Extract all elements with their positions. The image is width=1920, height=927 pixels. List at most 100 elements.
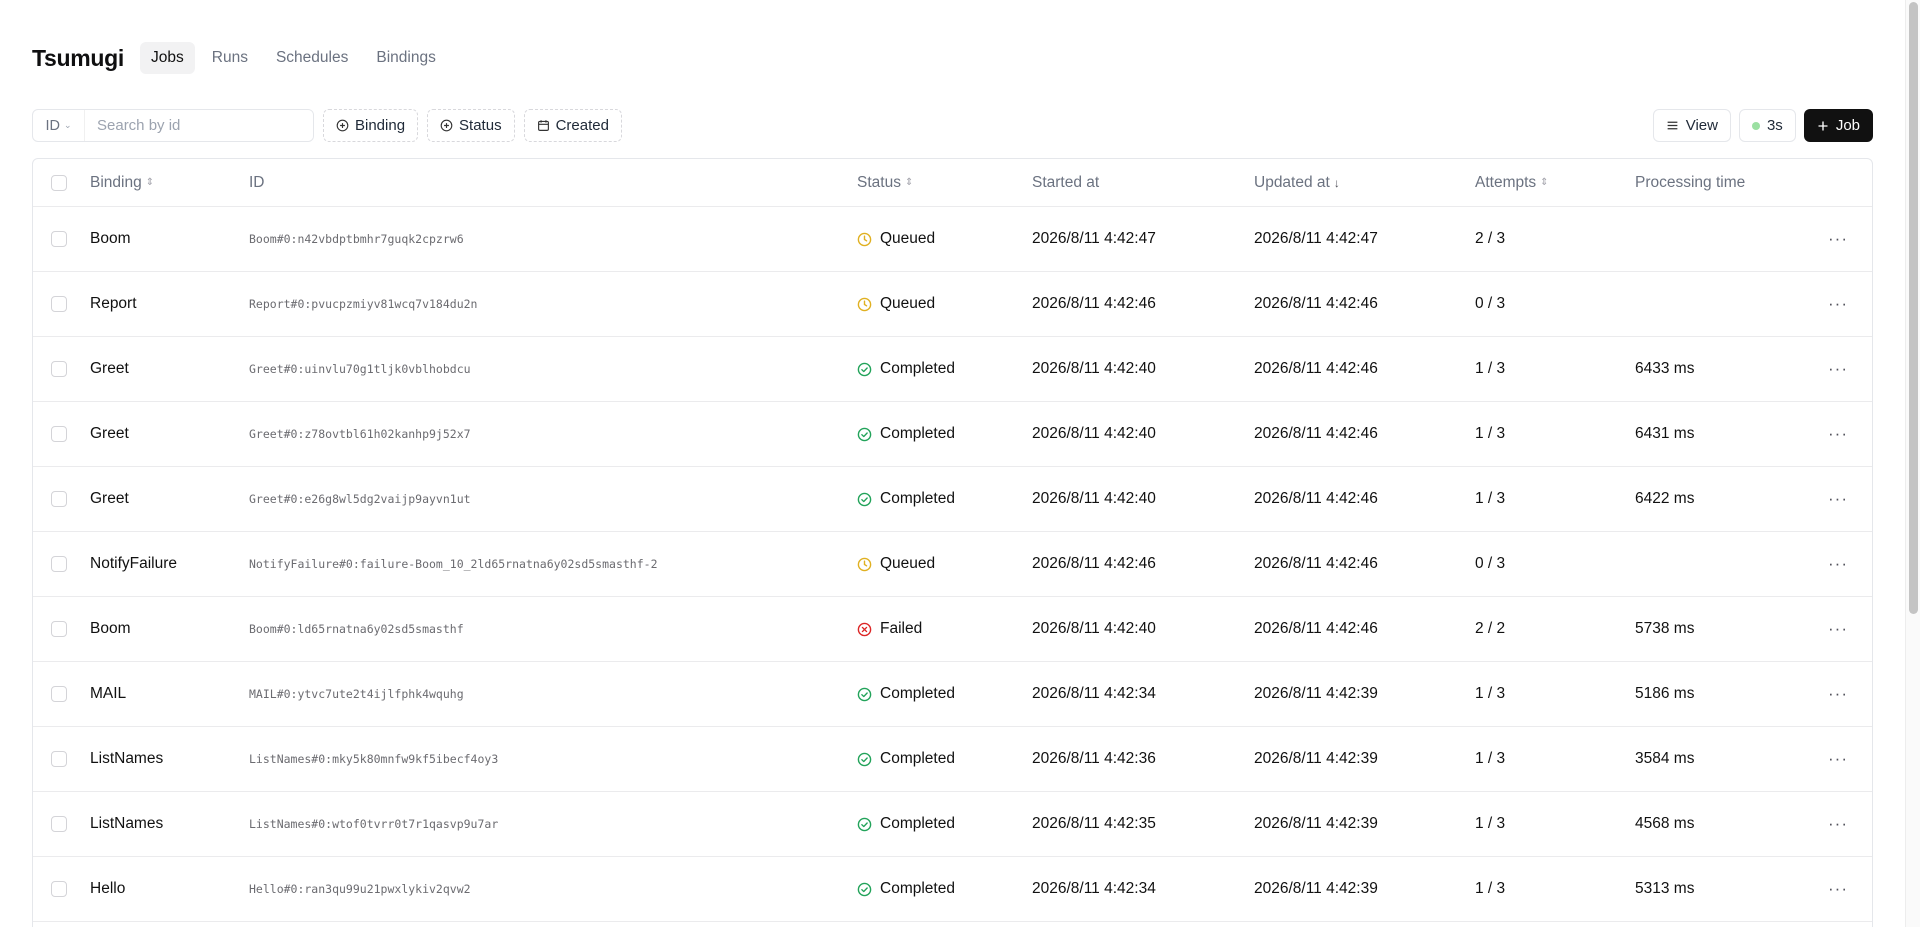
status-badge: Completed — [857, 792, 955, 856]
row-id[interactable]: Report#0:pvucpzmiyv81wcq7v184du2n — [249, 272, 477, 336]
sort-icon: ⇕ — [1540, 177, 1549, 188]
tab-schedules[interactable]: Schedules — [265, 42, 359, 74]
row-id[interactable]: ListNames#0:wtof0tvrr0t7r1qasvp9u7ar — [249, 792, 498, 856]
table-row[interactable]: Greet Greet#0:uinvlu70g1tljk0vblhobdcu Com… — [33, 337, 1872, 402]
more-actions-icon[interactable]: ··· — [1828, 359, 1848, 379]
status-badge: Queued — [857, 272, 935, 336]
row-attempts: 1 / 3 — [1475, 815, 1506, 832]
column-updated[interactable]: Updated at ↓ — [1254, 159, 1340, 206]
row-id[interactable]: Boom#0:n42vbdptbmhr7guqk2cpzrw6 — [249, 207, 464, 271]
row-binding: ListNames — [90, 750, 164, 767]
filter-created-button[interactable]: Created — [523, 109, 622, 142]
table-row[interactable]: Greet Greet#0:e26g8wl5dg2vaijp9ayvn1ut Com… — [33, 467, 1872, 532]
table-row[interactable]: Hello Hello#0:ran3qu99u21pwxlykiv2qvw2 Com… — [33, 857, 1872, 922]
table-row[interactable]: Boom Boom#0:n42vbdptbmhr7guqk2cpzrw6 Queue… — [33, 207, 1872, 272]
row-checkbox[interactable] — [51, 621, 67, 637]
table-row[interactable]: ListNames ListNames#0:mky5k80mnfw9kf5ibec… — [33, 727, 1872, 792]
column-binding[interactable]: Binding ⇕ — [90, 159, 154, 206]
clock-icon — [857, 297, 872, 311]
more-actions-icon[interactable]: ··· — [1828, 294, 1848, 314]
table-row[interactable]: Report Report#0:pvucpzmiyv81wcq7v184du2n Q… — [33, 272, 1872, 337]
row-id[interactable]: MAIL#0:ytvc7ute2t4ijlfphk4wquhg — [249, 662, 464, 726]
row-checkbox[interactable] — [51, 816, 67, 832]
top-navigation: Tsumugi Jobs Runs Schedules Bindings — [32, 41, 447, 75]
row-started: 2026/8/11 4:42:46 — [1032, 295, 1156, 312]
row-checkbox[interactable] — [51, 751, 67, 767]
row-processing-time: 6422 ms — [1635, 490, 1695, 507]
row-binding: Greet — [90, 360, 129, 377]
row-checkbox[interactable] — [51, 686, 67, 702]
refresh-interval-button[interactable]: 3s — [1738, 109, 1796, 142]
row-id[interactable]: NotifyFailure#0:failure-Boom_10_2ld65rna… — [249, 532, 658, 596]
tab-runs[interactable]: Runs — [201, 42, 259, 74]
status-badge: Queued — [857, 207, 935, 271]
table-row[interactable]: ListNames ListNames#0:wtof0tvrr0t7r1qasvp… — [33, 792, 1872, 857]
sort-icon: ⇕ — [904, 177, 914, 188]
more-actions-icon[interactable]: ··· — [1828, 749, 1848, 769]
row-processing-time: 6433 ms — [1635, 360, 1695, 377]
add-job-button[interactable]: Job — [1803, 109, 1873, 142]
more-actions-icon[interactable]: ··· — [1828, 489, 1848, 509]
search-field-select[interactable]: ID ⌄ — [33, 110, 85, 141]
status-label: Queued — [880, 295, 936, 312]
status-badge: Failed — [857, 597, 922, 661]
row-id[interactable]: Greet#0:uinvlu70g1tljk0vblhobdcu — [249, 337, 471, 401]
select-all-checkbox[interactable] — [51, 174, 67, 191]
view-button[interactable]: View — [1652, 109, 1731, 142]
more-actions-icon[interactable]: ··· — [1828, 424, 1848, 444]
row-checkbox[interactable] — [51, 426, 67, 442]
row-checkbox[interactable] — [51, 881, 67, 897]
more-actions-icon[interactable]: ··· — [1828, 619, 1848, 639]
tab-jobs[interactable]: Jobs — [140, 42, 195, 74]
page-scrollbar[interactable] — [1905, 0, 1920, 927]
sort-icon: ⇕ — [145, 177, 155, 188]
row-checkbox[interactable] — [51, 491, 67, 507]
row-checkbox[interactable] — [51, 231, 67, 247]
row-id[interactable]: ListNames#0:mky5k80mnfw9kf5ibecf4oy3 — [249, 727, 498, 791]
more-actions-icon[interactable]: ··· — [1828, 229, 1848, 249]
plus-icon — [1818, 121, 1828, 130]
table-row[interactable]: Boom Boom#0:ld65rnatna6y02sd5smasthf Faile… — [33, 597, 1872, 662]
status-badge: Completed — [857, 467, 955, 531]
filter-binding-button[interactable]: Binding — [323, 109, 419, 142]
column-processing-label: Processing time — [1635, 173, 1746, 191]
more-actions-icon[interactable]: ··· — [1828, 814, 1848, 834]
column-status[interactable]: Status ⇕ — [857, 159, 913, 206]
row-attempts: 1 / 3 — [1475, 685, 1506, 702]
row-checkbox[interactable] — [51, 296, 67, 312]
status-label: Completed — [880, 490, 955, 507]
row-id[interactable]: Boom#0:ld65rnatna6y02sd5smasthf — [249, 597, 464, 661]
table-row[interactable]: NotifyFailure NotifyFailure#0:failure-Boo… — [33, 532, 1872, 597]
row-id[interactable]: Hello#0:ran3qu99u21pwxlykiv2qvw2 — [249, 857, 471, 921]
table-row[interactable]: MAIL MAIL#0:ytvc7ute2t4ijlfphk4wquhg Compl… — [33, 662, 1872, 727]
search-input[interactable] — [85, 110, 313, 141]
filter-status-button[interactable]: Status — [427, 109, 515, 142]
toolbar: ID ⌄ Binding Status Created View 3s Job — [32, 109, 1873, 142]
row-checkbox[interactable] — [51, 361, 67, 377]
check-circle-icon — [857, 882, 872, 896]
filter-created-label: Created — [555, 117, 609, 134]
column-id-label: ID — [249, 173, 265, 191]
more-actions-icon[interactable]: ··· — [1828, 879, 1848, 899]
more-actions-icon[interactable]: ··· — [1828, 554, 1848, 574]
row-started: 2026/8/11 4:42:36 — [1032, 750, 1156, 767]
row-binding: Boom — [90, 230, 131, 247]
tab-bindings[interactable]: Bindings — [365, 42, 446, 74]
row-updated: 2026/8/11 4:42:46 — [1254, 360, 1378, 377]
table-row[interactable]: Greet Greet#0:z78ovtbl61h02kanhp9j52x7 Com… — [33, 402, 1872, 467]
row-updated: 2026/8/11 4:42:39 — [1254, 815, 1378, 832]
row-checkbox[interactable] — [51, 556, 67, 572]
column-attempts[interactable]: Attempts ⇕ — [1475, 159, 1549, 206]
row-id[interactable]: Greet#0:e26g8wl5dg2vaijp9ayvn1ut — [249, 467, 471, 531]
sort-desc-icon: ↓ — [1333, 175, 1340, 190]
column-attempts-label: Attempts — [1475, 173, 1537, 191]
row-id[interactable]: Greet#0:z78ovtbl61h02kanhp9j52x7 — [249, 402, 471, 466]
status-label: Completed — [880, 685, 955, 702]
row-binding: Hello — [90, 880, 126, 897]
more-actions-icon[interactable]: ··· — [1828, 684, 1848, 704]
row-started: 2026/8/11 4:42:40 — [1032, 360, 1156, 377]
row-binding: MAIL — [90, 685, 127, 702]
scrollbar-thumb[interactable] — [1909, 2, 1918, 614]
table-body: Boom Boom#0:n42vbdptbmhr7guqk2cpzrw6 Queue… — [33, 207, 1872, 922]
status-label: Completed — [880, 425, 955, 442]
